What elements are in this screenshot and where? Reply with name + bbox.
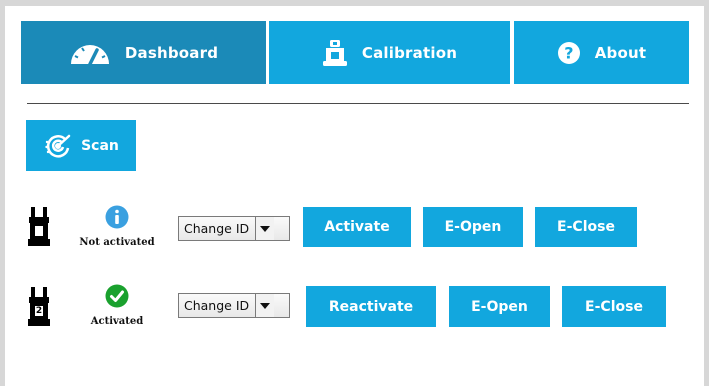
- gripper-2-change-id-value: Change ID: [184, 298, 250, 313]
- info-icon: [105, 205, 129, 233]
- gripper-1-change-id-select[interactable]: Change ID: [178, 216, 290, 241]
- gripper-2-reactivate-button[interactable]: Reactivate: [306, 286, 436, 327]
- gripper-1-status-label: Not activated: [79, 237, 155, 248]
- gripper-1-status: Not activated: [73, 205, 161, 248]
- gripper-1-change-id-value: Change ID: [184, 221, 250, 236]
- tab-about[interactable]: ? About: [514, 21, 689, 84]
- tab-dashboard-label: Dashboard: [124, 43, 219, 62]
- gripper-2-status-label: Activated: [90, 316, 144, 327]
- window-frame-left: [0, 0, 5, 386]
- gripper-2-e-open-button[interactable]: E-Open: [449, 286, 550, 327]
- scan-label: Scan: [81, 137, 119, 154]
- gripper-2-status: Activated: [73, 284, 161, 327]
- svg-text:?: ?: [564, 43, 573, 62]
- gauge-icon: [69, 41, 111, 65]
- chevron-down-icon: [255, 294, 275, 317]
- check-icon: [105, 284, 129, 312]
- help-icon: ?: [557, 41, 581, 65]
- window-frame-right: [704, 0, 709, 386]
- tab-calibration-label: Calibration: [361, 43, 458, 62]
- chevron-down-icon: [255, 217, 275, 240]
- gripper-1-e-close-button[interactable]: E-Close: [535, 207, 637, 247]
- gripper-1-activate-button[interactable]: Activate: [303, 207, 411, 247]
- tab-calibration[interactable]: Calibration: [269, 21, 510, 84]
- divider: [27, 103, 689, 104]
- tab-dashboard[interactable]: Dashboard: [21, 21, 266, 84]
- gripper-2-number: 2: [35, 306, 43, 316]
- gripper-2-change-id-select[interactable]: Change ID: [178, 293, 290, 318]
- calibration-icon: [322, 39, 348, 67]
- radar-icon: [43, 131, 73, 161]
- tab-about-label: About: [594, 43, 647, 62]
- gripper-1-number: 1: [35, 238, 43, 248]
- gripper-1-e-open-button[interactable]: E-Open: [423, 207, 523, 247]
- gripper-2-e-close-button[interactable]: E-Close: [562, 286, 666, 327]
- scan-button[interactable]: Scan: [26, 120, 136, 171]
- window-frame-top: [0, 0, 709, 6]
